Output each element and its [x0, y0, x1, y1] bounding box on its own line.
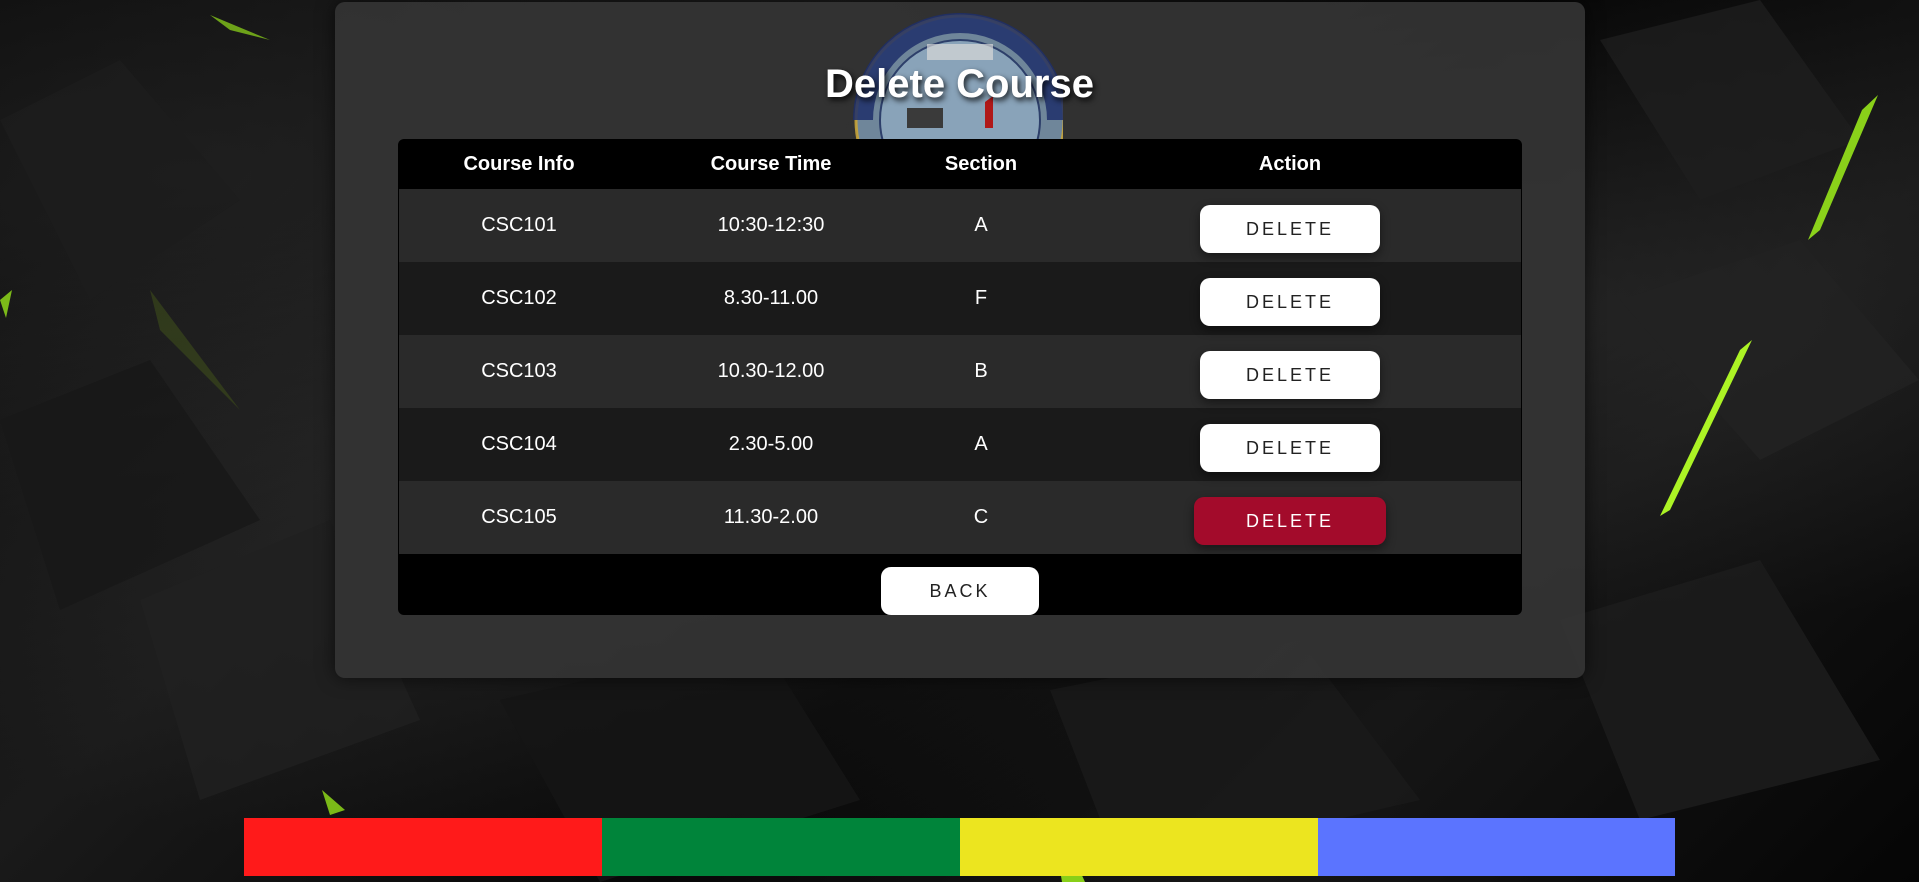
color-bar-green	[602, 818, 960, 876]
course-cell: CSC102	[481, 287, 557, 309]
header-course-info: Course Info	[463, 152, 575, 175]
section-cell: C	[973, 506, 989, 528]
table-row: CSC101 10:30-12:30 A DELETE	[399, 189, 1521, 262]
time-cell: 10:30-12:30	[717, 214, 825, 236]
course-cell: CSC101	[481, 214, 557, 236]
time-cell: 11.30-2.00	[723, 506, 819, 528]
color-bar-yellow	[960, 818, 1318, 876]
color-bar-blue	[1318, 818, 1675, 876]
courses-table: Course Info Course Time Section Action C…	[399, 139, 1521, 554]
table-row: CSC104 2.30-5.00 A DELETE	[399, 408, 1521, 481]
courses-table-container: Course Info Course Time Section Action C…	[398, 139, 1522, 615]
back-button[interactable]: BACK	[881, 567, 1039, 615]
section-cell: A	[974, 433, 988, 455]
header-course-time: Course Time	[710, 152, 832, 175]
header-section: Section	[944, 152, 1018, 175]
header-action: Action	[1258, 152, 1322, 175]
section-cell: F	[974, 287, 988, 309]
action-cell: DELETE	[1059, 481, 1521, 554]
page-title: Delete Course	[825, 62, 1094, 106]
delete-button[interactable]: DELETE	[1200, 204, 1380, 253]
action-cell: DELETE	[1059, 189, 1521, 262]
delete-button[interactable]: DELETE	[1200, 277, 1380, 326]
time-cell: 10.30-12.00	[717, 360, 825, 382]
table-row: CSC102 8.30-11.00 F DELETE	[399, 262, 1521, 335]
course-cell: CSC103	[481, 360, 557, 382]
delete-button[interactable]: DELETE	[1200, 350, 1380, 399]
action-cell: DELETE	[1059, 408, 1521, 481]
section-cell: B	[974, 360, 988, 382]
course-cell: CSC104	[481, 433, 557, 455]
course-cell: CSC105	[481, 506, 557, 528]
section-cell: A	[974, 214, 988, 236]
action-cell: DELETE	[1059, 335, 1521, 408]
time-cell: 8.30-11.00	[723, 287, 819, 309]
color-bar-red	[244, 818, 602, 876]
action-cell: DELETE	[1059, 262, 1521, 335]
table-header-row: Course Info Course Time Section Action	[399, 139, 1521, 189]
delete-button[interactable]: DELETE	[1200, 423, 1380, 472]
table-row: CSC105 11.30-2.00 C DELETE	[399, 481, 1521, 554]
time-cell: 2.30-5.00	[728, 433, 814, 455]
table-row: CSC103 10.30-12.00 B DELETE	[399, 335, 1521, 408]
delete-button-hovered[interactable]: DELETE	[1194, 496, 1386, 545]
